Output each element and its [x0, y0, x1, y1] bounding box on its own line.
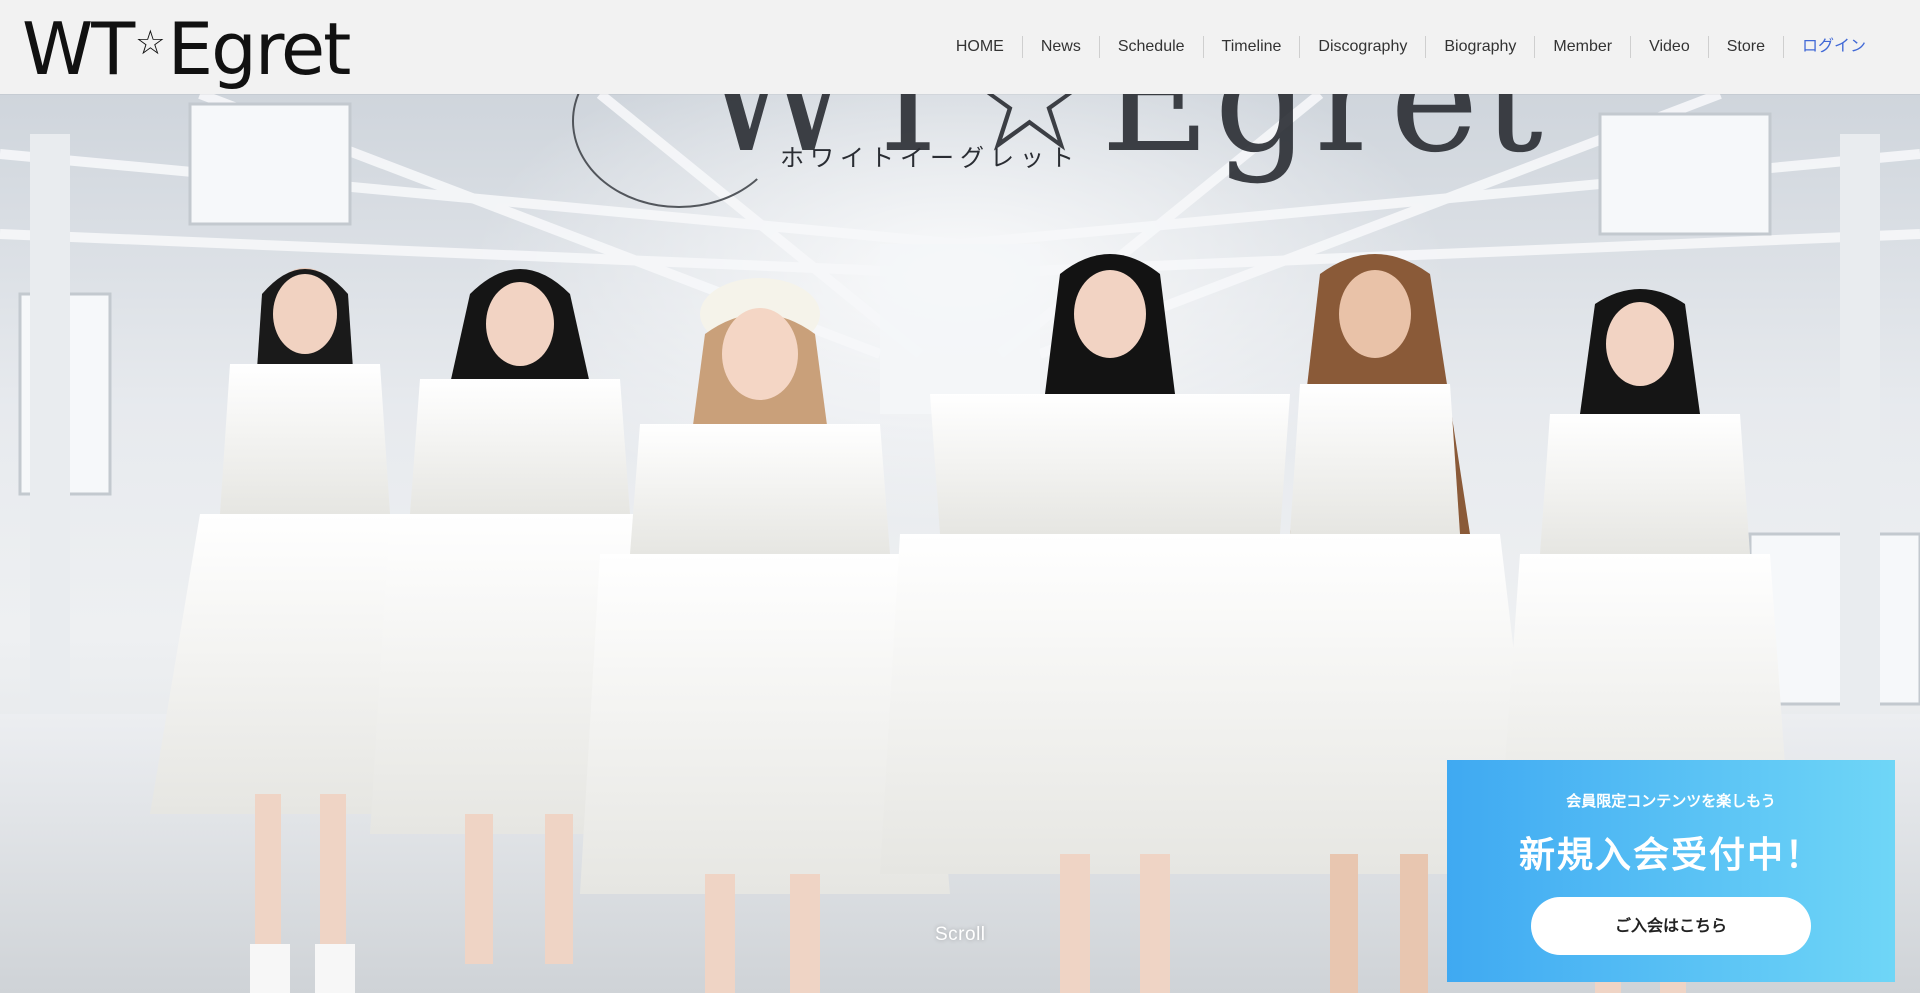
join-card-subtitle: 会員限定コンテンツを楽しもう [1566, 792, 1776, 810]
nav-timeline[interactable]: Timeline [1202, 36, 1300, 58]
join-button[interactable]: ご入会はこちら [1531, 897, 1811, 955]
nav-home[interactable]: HOME [938, 36, 1022, 58]
nav-video[interactable]: Video [1630, 36, 1708, 58]
join-card-title: 新規入会受付中！ [1518, 835, 1823, 876]
scroll-indicator[interactable]: Scroll [935, 924, 986, 946]
nav-news[interactable]: News [1021, 36, 1099, 58]
site-header: WT☆Egret HOME News Schedule Timeline Dis… [0, 0, 1920, 94]
nav-schedule[interactable]: Schedule [1098, 36, 1203, 58]
nav-member[interactable]: Member [1534, 36, 1630, 58]
logo-text-left: WT [22, 7, 135, 91]
join-card: 会員限定コンテンツを楽しもう 新規入会受付中！ ご入会はこちら [1447, 760, 1895, 982]
nav-login[interactable]: ログイン [1782, 36, 1884, 58]
site-logo[interactable]: WT☆Egret [22, 0, 352, 94]
hero-logo-kana: ホワイトイーグレット [780, 144, 1080, 172]
nav-store[interactable]: Store [1707, 36, 1783, 58]
nav-discography[interactable]: Discography [1299, 36, 1425, 58]
main-nav: HOME News Schedule Timeline Discography … [938, 36, 1884, 58]
page: WT☆Egret HOME News Schedule Timeline Dis… [0, 0, 1920, 993]
logo-text-right: Egret [167, 7, 352, 91]
nav-biography[interactable]: Biography [1425, 36, 1534, 58]
logo-star-icon: ☆ [135, 23, 166, 63]
